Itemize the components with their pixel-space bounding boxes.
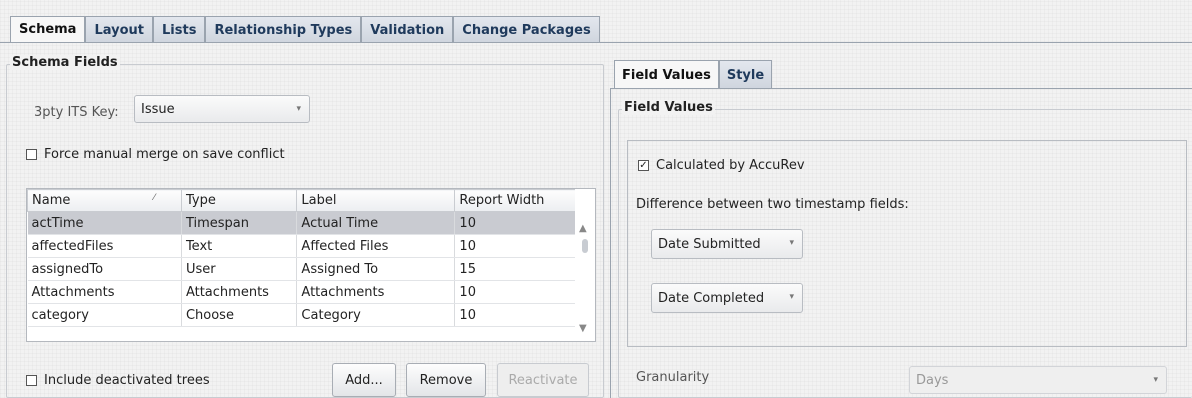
chevron-down-icon: ▾ bbox=[1153, 375, 1158, 385]
table-row[interactable]: affectedFiles Text Affected Files 10 bbox=[27, 234, 577, 258]
cell-name: Attachments bbox=[27, 280, 182, 304]
chevron-down-icon: ▾ bbox=[296, 104, 301, 114]
scrollbar-thumb[interactable] bbox=[582, 239, 588, 253]
tab-relationship-types[interactable]: Relationship Types bbox=[205, 16, 362, 43]
its-key-label: 3pty ITS Key: bbox=[34, 105, 119, 120]
force-merge-checkbox[interactable]: Force manual merge on save conflict bbox=[26, 147, 285, 162]
table-scrollbar[interactable]: ▲ ▼ bbox=[575, 189, 595, 341]
table-row[interactable]: Attachments Attachments Attachments 10 bbox=[27, 280, 577, 304]
cell-type: User bbox=[181, 257, 298, 281]
tab-validation[interactable]: Validation bbox=[361, 16, 454, 43]
table-row[interactable]: assignedTo User Assigned To 15 bbox=[27, 257, 577, 281]
granularity-label: Granularity bbox=[636, 370, 710, 385]
date-field-1-dropdown[interactable]: Date Submitted ▾ bbox=[651, 229, 803, 259]
cell-type: Timespan bbox=[181, 211, 298, 235]
sort-indicator-icon: ⁄ bbox=[153, 193, 155, 203]
schema-fields-table[interactable]: Name ⁄ Type Label Report Width actTime Ti… bbox=[26, 188, 596, 342]
tab-style[interactable]: Style bbox=[718, 60, 773, 89]
its-key-value: Issue bbox=[141, 101, 175, 117]
column-header-label[interactable]: Label bbox=[296, 189, 456, 212]
include-deactivated-label: Include deactivated trees bbox=[44, 373, 210, 388]
force-merge-label: Force manual merge on save conflict bbox=[44, 147, 285, 162]
table-row[interactable]: category Choose Category 10 bbox=[27, 303, 577, 327]
tab-field-values[interactable]: Field Values bbox=[614, 60, 719, 89]
right-tab-strip: Field Values Style bbox=[614, 60, 773, 89]
checkmark-icon: ✓ bbox=[638, 159, 649, 171]
table-row[interactable]: actTime Timespan Actual Time 10 bbox=[27, 211, 577, 235]
cell-name: assignedTo bbox=[27, 257, 182, 281]
tab-bar-divider bbox=[0, 42, 1192, 43]
include-deactivated-checkbox[interactable]: Include deactivated trees bbox=[26, 373, 210, 388]
cell-name: category bbox=[27, 303, 182, 327]
calculated-label: Calculated by AccuRev bbox=[656, 158, 805, 173]
reactivate-button: Reactivate bbox=[497, 363, 589, 397]
field-values-legend: Field Values bbox=[622, 100, 715, 115]
cell-report-width: 10 bbox=[454, 280, 577, 304]
cell-label: Assigned To bbox=[296, 257, 456, 281]
add-button[interactable]: Add... bbox=[332, 363, 396, 397]
calculated-checkbox[interactable]: ✓ Calculated by AccuRev bbox=[638, 158, 805, 173]
cell-report-width: 10 bbox=[454, 303, 577, 327]
granularity-value: Days bbox=[916, 372, 949, 388]
scroll-up-icon[interactable]: ▲ bbox=[579, 223, 587, 234]
cell-report-width: 10 bbox=[454, 234, 577, 258]
tab-schema[interactable]: Schema bbox=[10, 16, 86, 43]
granularity-dropdown: Days ▾ bbox=[909, 366, 1167, 394]
cell-label: Attachments bbox=[296, 280, 456, 304]
checkbox-icon bbox=[26, 375, 37, 386]
date-field-2-value: Date Completed bbox=[658, 290, 765, 306]
cell-type: Choose bbox=[181, 303, 298, 327]
table-header-row: Name ⁄ Type Label Report Width bbox=[27, 189, 577, 212]
top-tab-strip: Schema Layout Lists Relationship Types V… bbox=[10, 16, 600, 43]
remove-button[interactable]: Remove bbox=[406, 363, 486, 397]
tab-lists[interactable]: Lists bbox=[153, 16, 206, 43]
schema-fields-legend: Schema Fields bbox=[10, 55, 120, 70]
tab-change-packages[interactable]: Change Packages bbox=[453, 16, 600, 43]
tab-layout[interactable]: Layout bbox=[85, 16, 153, 43]
cell-type: Text bbox=[181, 234, 298, 258]
its-key-dropdown[interactable]: Issue ▾ bbox=[134, 95, 310, 123]
cell-label: Category bbox=[296, 303, 456, 327]
scroll-down-icon[interactable]: ▼ bbox=[579, 323, 587, 334]
cell-type: Attachments bbox=[181, 280, 298, 304]
cell-name: actTime bbox=[27, 211, 182, 235]
column-header-name[interactable]: Name ⁄ bbox=[27, 189, 182, 212]
cell-label: Affected Files bbox=[296, 234, 456, 258]
column-header-report-width[interactable]: Report Width bbox=[454, 189, 577, 212]
cell-name: affectedFiles bbox=[27, 234, 182, 258]
cell-report-width: 15 bbox=[454, 257, 577, 281]
date-field-1-value: Date Submitted bbox=[658, 236, 761, 252]
column-header-type[interactable]: Type bbox=[180, 189, 298, 212]
chevron-down-icon: ▾ bbox=[789, 292, 794, 302]
checkbox-icon bbox=[26, 149, 37, 160]
cell-report-width: 10 bbox=[454, 211, 577, 235]
difference-label: Difference between two timestamp fields: bbox=[636, 197, 909, 212]
cell-label: Actual Time bbox=[296, 211, 456, 235]
chevron-down-icon: ▾ bbox=[789, 238, 794, 248]
date-field-2-dropdown[interactable]: Date Completed ▾ bbox=[651, 283, 803, 313]
